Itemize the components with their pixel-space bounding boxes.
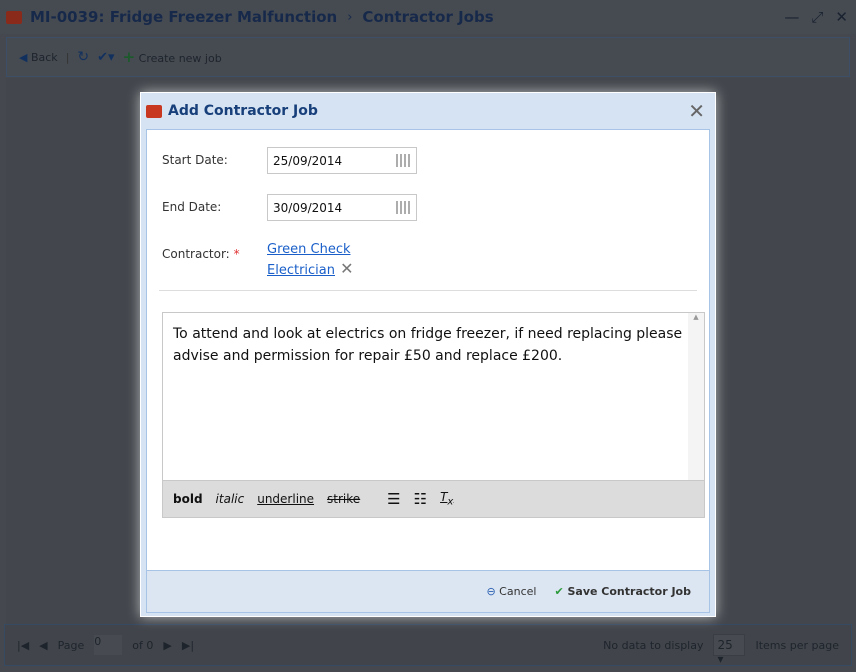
page-count: of 0: [132, 638, 154, 652]
save-label: Save Contractor Job: [567, 585, 692, 598]
close-icon[interactable]: ✕: [688, 99, 705, 123]
italic-button[interactable]: italic: [216, 492, 245, 506]
calendar-icon[interactable]: [396, 201, 411, 214]
end-date-value: 30/09/2014: [273, 201, 343, 215]
divider: [159, 290, 697, 291]
back-button[interactable]: ◀ Back: [19, 51, 58, 64]
save-button[interactable]: ✔ Save Contractor Job: [554, 585, 691, 598]
notes-text[interactable]: To attend and look at electrics on fridg…: [163, 313, 704, 480]
close-window-icon[interactable]: ✕: [835, 8, 848, 26]
prev-page-icon[interactable]: ◀: [39, 639, 47, 652]
end-date-label: End Date:: [162, 200, 222, 214]
contractor-label-text: Contractor:: [162, 247, 230, 261]
briefcase-icon: [146, 104, 162, 118]
add-contractor-job-dialog: Add Contractor Job ✕ Start Date: 25/09/2…: [140, 92, 716, 617]
pager: |◀ ◀ Page 0 of 0 ▶ ▶| No data to display…: [4, 624, 852, 666]
start-date-label: Start Date:: [162, 153, 228, 167]
end-date-field[interactable]: 30/09/2014: [267, 194, 417, 221]
back-label: Back: [30, 50, 58, 64]
contractor-name-link[interactable]: Green Check: [267, 242, 351, 257]
back-arrow-icon: ◀: [19, 50, 28, 64]
maximize-icon[interactable]: ⤢: [811, 8, 823, 26]
briefcase-icon: [6, 10, 22, 24]
page-label: Page: [57, 638, 85, 652]
bold-button[interactable]: bold: [173, 492, 203, 506]
page-size-select[interactable]: 25 ▾: [713, 634, 746, 666]
remove-contractor-icon[interactable]: ✕: [340, 259, 353, 278]
refresh-icon[interactable]: ↻: [77, 49, 89, 65]
last-page-icon[interactable]: ▶|: [182, 639, 194, 652]
page-title: MI-0039: Fridge Freezer Malfunction: [30, 8, 338, 26]
calendar-icon[interactable]: [396, 154, 411, 167]
check-dropdown-button[interactable]: ✔▾: [97, 50, 114, 65]
page-input[interactable]: 0: [94, 635, 123, 655]
clear-format-icon[interactable]: Tx: [440, 490, 453, 507]
contractor-label: Contractor: *: [162, 247, 240, 261]
page-size-value: 25: [717, 638, 733, 652]
next-page-icon[interactable]: ▶: [163, 639, 171, 652]
create-job-button[interactable]: + Create new job: [123, 48, 222, 66]
start-date-value: 25/09/2014: [273, 154, 343, 168]
strike-button[interactable]: strike: [327, 492, 360, 506]
window-titlebar: MI-0039: Fridge Freezer Malfunction › Co…: [0, 0, 856, 34]
no-data-text: No data to display: [603, 638, 704, 652]
contractor-trade-link[interactable]: Electrician: [267, 263, 335, 278]
editor-scrollbar[interactable]: ▲: [688, 313, 704, 480]
cancel-button[interactable]: ⊖ Cancel: [486, 585, 536, 598]
start-date-field[interactable]: 25/09/2014: [267, 147, 417, 174]
bullet-list-icon[interactable]: ☰: [387, 490, 400, 508]
check-icon: ✔: [554, 585, 564, 598]
first-page-icon[interactable]: |◀: [17, 639, 29, 652]
notes-editor[interactable]: To attend and look at electrics on fridg…: [162, 312, 705, 518]
dialog-title: Add Contractor Job: [168, 103, 318, 119]
numbered-list-icon[interactable]: ☷: [414, 490, 427, 508]
underline-button[interactable]: underline: [257, 492, 314, 506]
required-mark: *: [233, 247, 240, 261]
items-per-page-label: Items per page: [755, 638, 839, 652]
minimize-icon[interactable]: —: [784, 8, 799, 26]
create-job-label: Create new job: [138, 52, 222, 65]
page-subtitle: Contractor Jobs: [362, 8, 494, 26]
plus-icon: +: [122, 48, 136, 66]
editor-toolbar: bold italic underline strike ☰ ☷ Tx: [163, 480, 704, 517]
toolbar: ◀ Back | ↻ ✔▾ + Create new job: [6, 37, 850, 77]
cancel-label: Cancel: [499, 585, 537, 598]
breadcrumb-separator: ›: [347, 9, 353, 25]
cancel-icon: ⊖: [486, 585, 496, 598]
